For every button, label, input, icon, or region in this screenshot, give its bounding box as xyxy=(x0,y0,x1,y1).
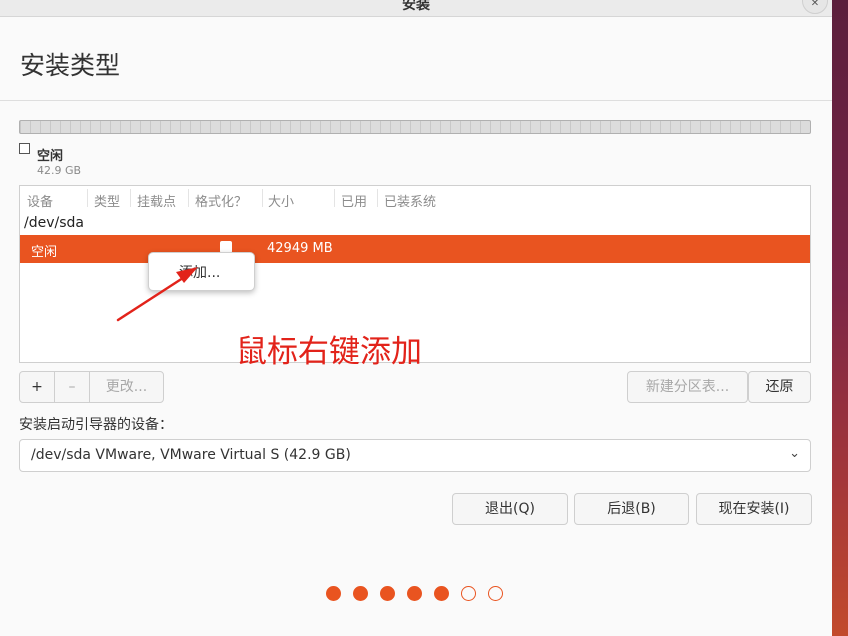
legend-label: 空闲 xyxy=(37,149,64,164)
back-button[interactable]: 后退(B) xyxy=(574,493,689,525)
table-header: 设备 类型 挂载点 格式化？ 大小 已用 已装系统 xyxy=(20,186,810,212)
partition-button-group: + – 更改... xyxy=(19,371,164,403)
divider xyxy=(0,100,832,101)
progress-dot xyxy=(326,586,341,601)
context-menu-add[interactable]: 添加... xyxy=(179,262,220,282)
titlebar: 安装 ✕ xyxy=(0,0,832,17)
context-menu: 添加... xyxy=(148,252,255,291)
column-divider xyxy=(377,189,378,207)
column-header-size[interactable]: 大小 xyxy=(268,191,294,210)
column-divider xyxy=(334,189,335,207)
column-header-format[interactable]: 格式化？ xyxy=(195,191,247,210)
progress-dot xyxy=(353,586,368,601)
column-header-os[interactable]: 已装系统 xyxy=(384,191,436,210)
column-divider xyxy=(188,189,189,207)
add-partition-button[interactable]: + xyxy=(20,372,54,402)
install-now-button[interactable]: 现在安装(I) xyxy=(696,493,812,525)
checkbox-icon xyxy=(19,143,30,154)
column-header-device[interactable]: 设备 xyxy=(27,191,53,210)
partition-bar xyxy=(19,120,811,134)
column-divider xyxy=(262,189,263,207)
quit-button[interactable]: 退出(Q) xyxy=(452,493,568,525)
boot-loader-label: 安装启动引导器的设备： xyxy=(19,417,173,433)
annotation-text: 鼠标右键添加 xyxy=(236,334,422,370)
column-header-used[interactable]: 已用 xyxy=(341,191,367,210)
boot-loader-select[interactable]: /dev/sda VMware, VMware Virtual S (42.9 … xyxy=(19,439,811,472)
progress-dot xyxy=(488,586,503,601)
progress-dot xyxy=(407,586,422,601)
row-device-cell: 空闲 xyxy=(31,245,58,260)
boot-loader-value: /dev/sda VMware, VMware Virtual S (42.9 … xyxy=(31,447,351,463)
change-partition-button[interactable]: 更改... xyxy=(90,372,163,402)
remove-partition-button[interactable]: – xyxy=(55,372,89,402)
column-header-type[interactable]: 类型 xyxy=(94,191,120,210)
progress-dot xyxy=(380,586,395,601)
new-partition-table-button[interactable]: 新建分区表... xyxy=(627,371,748,403)
desktop-background xyxy=(832,0,848,636)
page-title: 安装类型 xyxy=(20,51,121,80)
progress-dot xyxy=(461,586,476,601)
column-divider xyxy=(130,189,131,207)
installer-window: 安装 ✕ 安装类型 空闲 42.9 GB 设备 类型 挂载点 格式化？ 大小 已… xyxy=(0,0,832,636)
row-size-cell: 42949 MB xyxy=(267,241,333,256)
column-header-mount[interactable]: 挂载点 xyxy=(137,191,176,210)
column-divider xyxy=(87,189,88,207)
table-row-device[interactable]: /dev/sda xyxy=(24,215,84,231)
chevron-down-icon: ⌄ xyxy=(789,446,800,461)
table-row-selected[interactable]: 空闲 42949 MB xyxy=(20,235,810,263)
revert-button[interactable]: 还原 xyxy=(748,371,811,403)
legend-size: 42.9 GB xyxy=(37,164,82,177)
progress-dot xyxy=(434,586,449,601)
progress-dots xyxy=(326,586,526,602)
window-title: 安装 xyxy=(402,0,430,13)
